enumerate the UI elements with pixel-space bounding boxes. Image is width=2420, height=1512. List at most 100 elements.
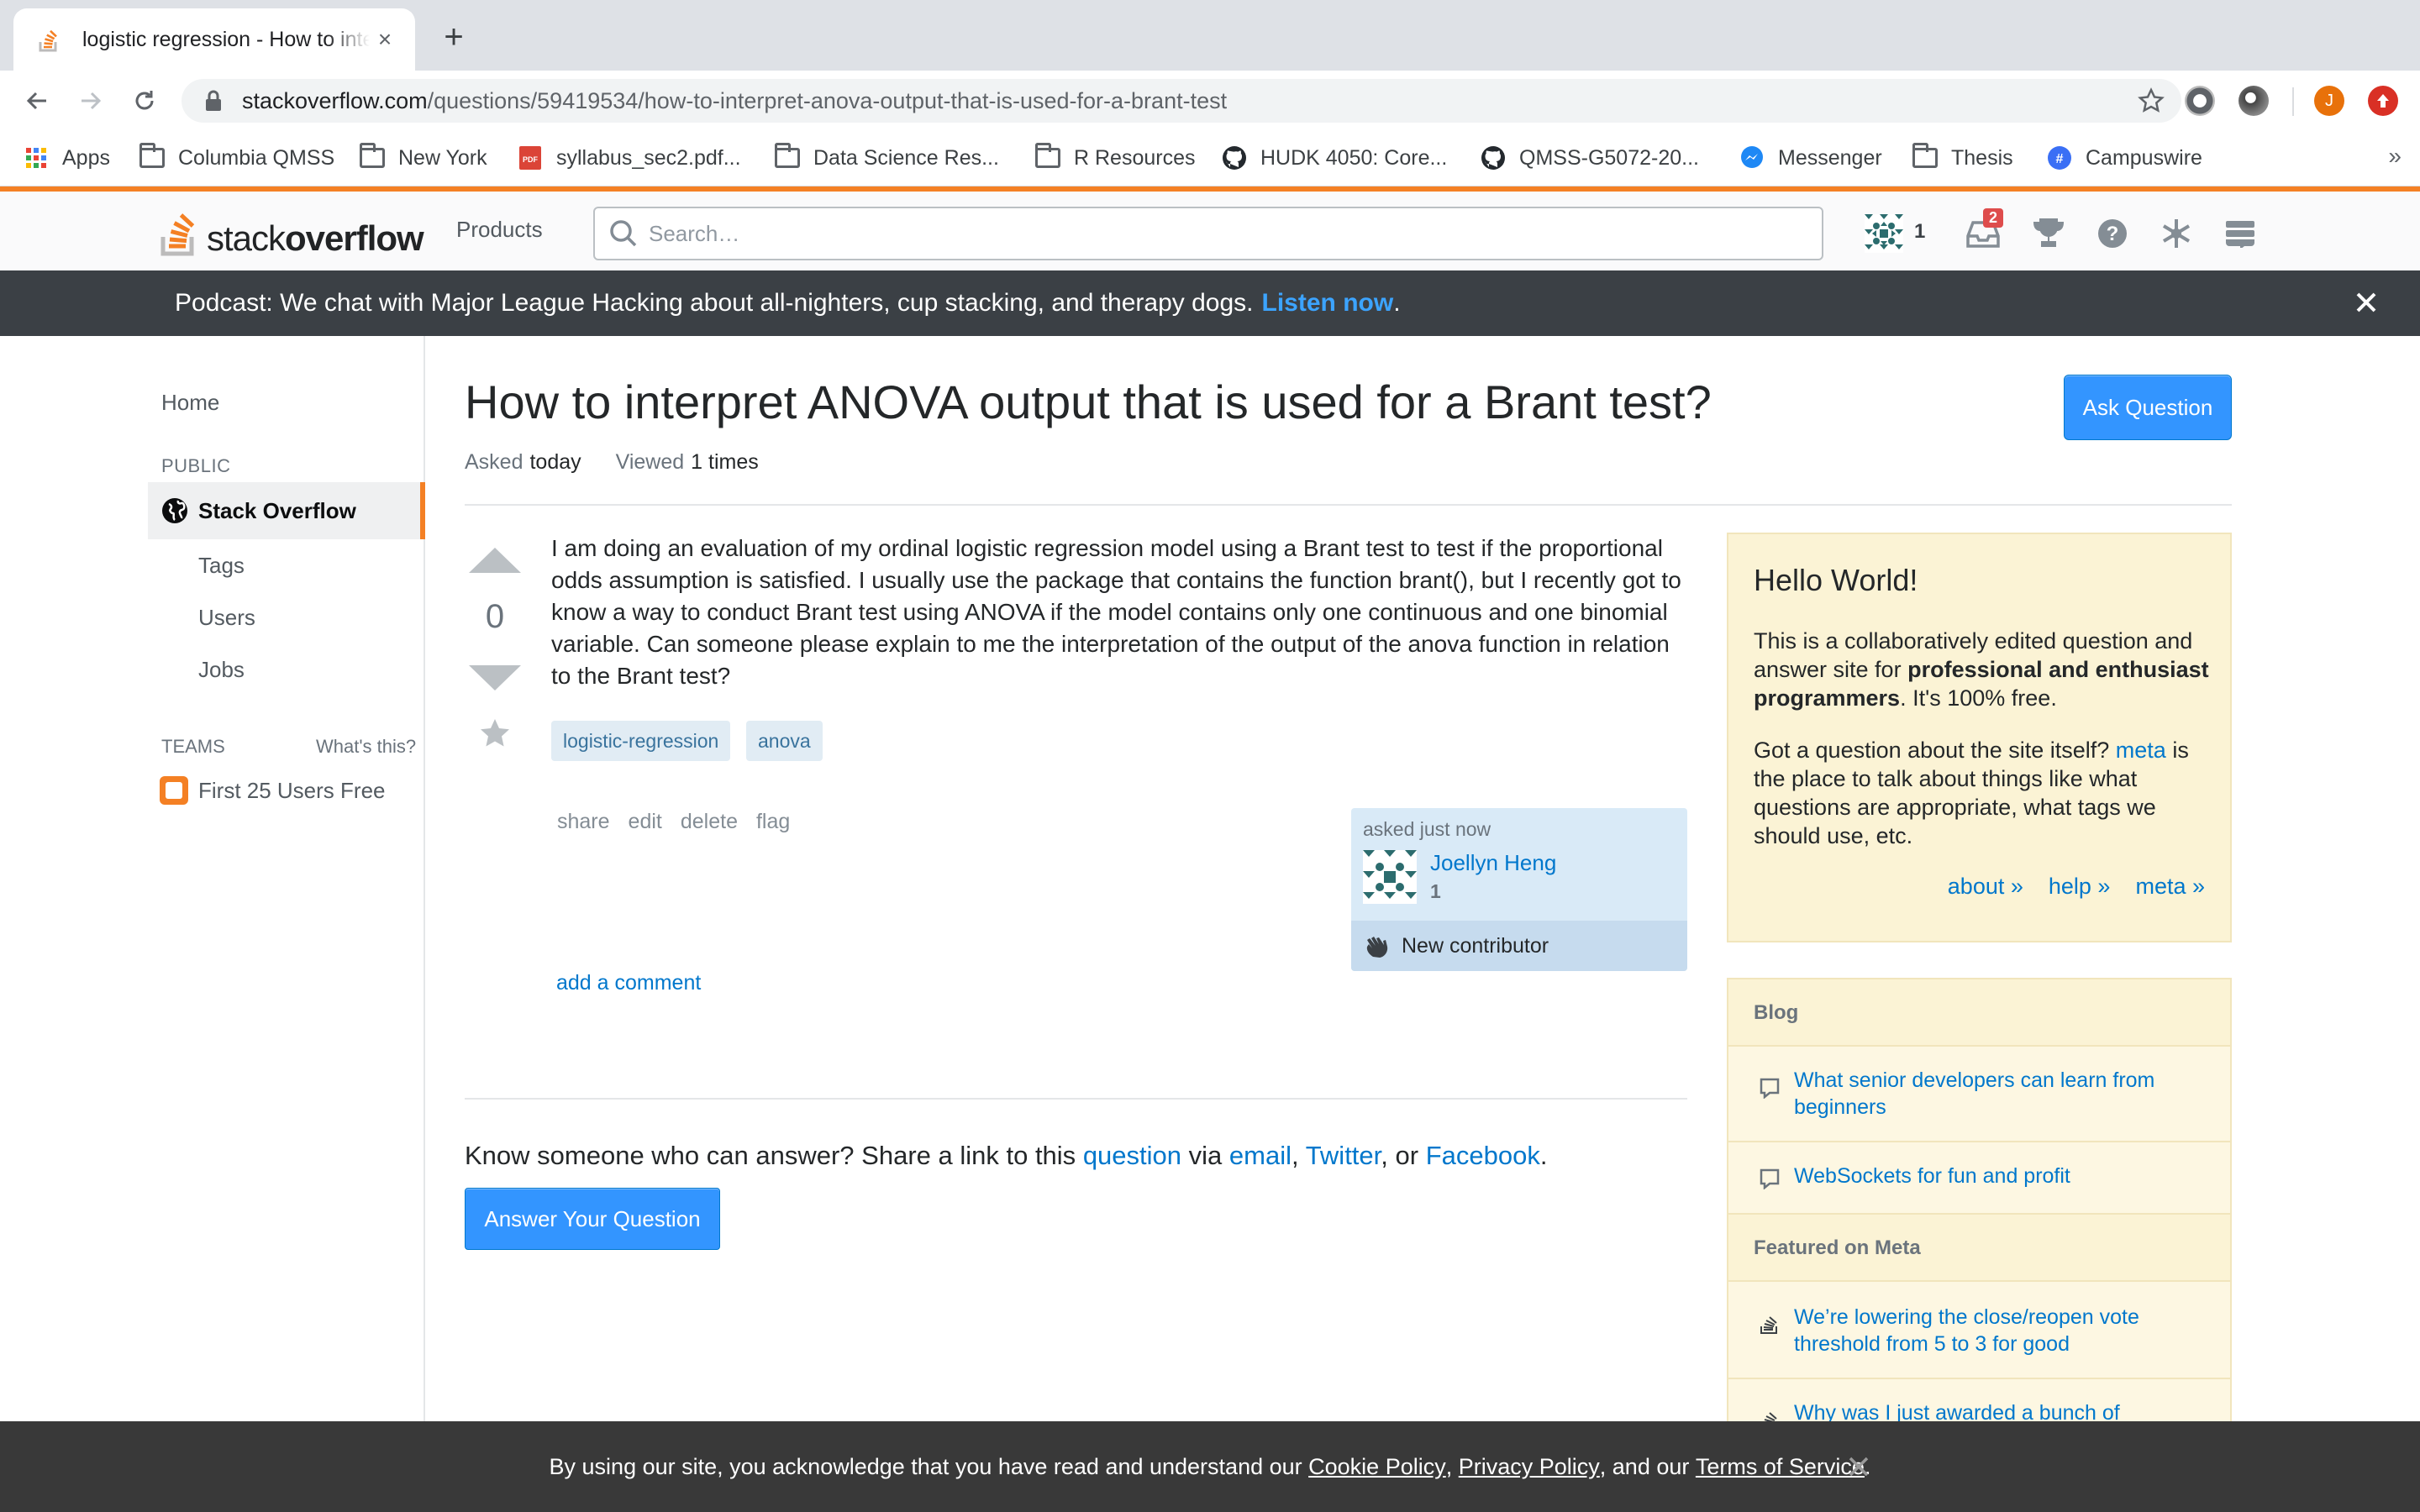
- site-switcher-menu-icon[interactable]: [2220, 213, 2260, 254]
- bookmark-thesis[interactable]: Thesis: [1912, 143, 2013, 173]
- url-text: stackoverflow.com/questions/59419534/how…: [242, 87, 1228, 113]
- bookmark-syllabus-pdf[interactable]: PDF syllabus_sec2.pdf...: [518, 143, 741, 173]
- nav-home[interactable]: Home: [161, 390, 219, 416]
- hello-title: Hello World!: [1754, 563, 1918, 597]
- add-comment-link[interactable]: add a comment: [556, 971, 701, 995]
- terms-of-service-link[interactable]: Terms of Service: [1696, 1454, 1865, 1480]
- campuswire-icon: #: [2047, 145, 2072, 171]
- hello-meta-link[interactable]: meta: [2116, 738, 2166, 763]
- close-icon[interactable]: [1842, 1450, 1876, 1483]
- blog-item[interactable]: What senior developers can learn from be…: [1728, 1047, 2230, 1142]
- bookmark-columbia-qmss[interactable]: Columbia QMSS: [139, 143, 334, 173]
- bookmarks-bar: Apps Columbia QMSS New York PDF syllabus…: [0, 131, 2420, 186]
- profile-avatar[interactable]: J: [2314, 86, 2344, 116]
- search-icon: [610, 220, 637, 247]
- viewed-value: 1 times: [691, 450, 759, 474]
- back-arrow-icon[interactable]: [18, 82, 55, 119]
- share-email-link[interactable]: email: [1229, 1141, 1292, 1170]
- tag-anova[interactable]: anova: [746, 721, 823, 761]
- bookmark-label: QMSS-G5072-20...: [1519, 145, 1699, 170]
- hello-links: about » help » meta »: [1948, 874, 2205, 900]
- stackoverflow-logo[interactable]: stackoverflow: [160, 207, 424, 257]
- bookmark-data-science[interactable]: Data Science Res...: [775, 143, 999, 173]
- delete-link[interactable]: delete: [681, 810, 738, 834]
- browser-tab[interactable]: logistic regression - How to interpret A…: [13, 8, 415, 71]
- new-contributor-badge[interactable]: New contributor: [1351, 921, 1687, 971]
- bookmark-hudk[interactable]: HUDK 4050: Core...: [1222, 143, 1447, 173]
- banner-period: .: [1393, 289, 1401, 317]
- bookmark-qmss-g5072[interactable]: QMSS-G5072-20...: [1481, 143, 1699, 173]
- upvote-arrow-icon[interactable]: [467, 546, 523, 575]
- so-search-box[interactable]: [593, 207, 1823, 260]
- share-facebook-link[interactable]: Facebook: [1426, 1141, 1540, 1170]
- bookmark-label: HUDK 4050: Core...: [1260, 145, 1448, 170]
- reputation-count: 1: [1914, 220, 1926, 243]
- privacy-policy-link[interactable]: Privacy Policy: [1459, 1454, 1600, 1480]
- extension-icon[interactable]: [2238, 86, 2269, 116]
- share-prefix: Know someone who can answer? Share a lin…: [465, 1141, 1076, 1170]
- blog-comment-icon: [1760, 1078, 1780, 1099]
- share-link[interactable]: share: [557, 810, 610, 834]
- nav-first-25-users-free[interactable]: First 25 Users Free: [160, 776, 386, 805]
- cookie-policy-link[interactable]: Cookie Policy: [1308, 1454, 1446, 1480]
- asked-value: today: [529, 450, 581, 474]
- bookmark-r-resources[interactable]: R Resources: [1035, 143, 1196, 173]
- forward-arrow-icon[interactable]: [72, 82, 109, 119]
- user-avatar[interactable]: [1363, 850, 1417, 904]
- tag-logistic-regression[interactable]: logistic-regression: [551, 721, 731, 761]
- nav-jobs[interactable]: Jobs: [198, 657, 245, 683]
- bookmark-label: New York: [398, 145, 487, 170]
- folder-icon: [1035, 143, 1060, 171]
- user-avatar-identicon[interactable]: [1864, 213, 1904, 254]
- meta-link[interactable]: meta »: [2135, 874, 2205, 900]
- help-link[interactable]: help »: [2049, 874, 2111, 900]
- nav-first-25-label: First 25 Users Free: [198, 777, 386, 803]
- edit-link[interactable]: edit: [629, 810, 662, 834]
- address-bar[interactable]: stackoverflow.com/questions/59419534/how…: [182, 79, 2181, 123]
- meta-item[interactable]: We’re lowering the close/reopen vote thr…: [1728, 1284, 2230, 1379]
- folder-icon: [139, 143, 165, 171]
- bookmark-new-york[interactable]: New York: [360, 143, 487, 173]
- nav-stack-overflow[interactable]: Stack Overflow: [148, 482, 425, 539]
- bookmark-label: Data Science Res...: [813, 145, 999, 170]
- waving-hand-icon: [1366, 937, 1388, 958]
- blog-comment-icon: [1760, 1168, 1780, 1189]
- products-menu[interactable]: Products: [456, 217, 543, 243]
- question-title[interactable]: How to interpret ANOVA output that is us…: [465, 375, 1712, 429]
- close-icon[interactable]: [2349, 286, 2383, 319]
- downvote-arrow-icon[interactable]: [467, 664, 523, 692]
- reload-icon[interactable]: [126, 82, 163, 119]
- update-arrow-icon[interactable]: [2368, 86, 2398, 116]
- bookmark-apps[interactable]: Apps: [24, 143, 110, 173]
- banner-listen-link[interactable]: Listen now: [1262, 289, 1394, 318]
- svg-text:?: ?: [2107, 223, 2119, 245]
- new-tab-icon[interactable]: +: [437, 20, 471, 55]
- extension-sync-icon[interactable]: [2185, 86, 2215, 116]
- share-twitter-link[interactable]: Twitter: [1306, 1141, 1381, 1170]
- bookmarks-overflow-chevron[interactable]: »: [2388, 143, 2402, 170]
- blog-item[interactable]: WebSockets for fun and profit: [1728, 1142, 2230, 1215]
- search-input[interactable]: [649, 220, 1822, 247]
- nav-tags[interactable]: Tags: [198, 553, 245, 579]
- help-question-icon[interactable]: ?: [2092, 213, 2133, 254]
- tab-close-icon[interactable]: ×: [370, 24, 400, 55]
- lock-icon[interactable]: [202, 89, 225, 113]
- bookmark-messenger[interactable]: Messenger: [1739, 143, 1882, 173]
- flag-link[interactable]: flag: [756, 810, 790, 834]
- user-name-link[interactable]: Joellyn Heng: [1430, 850, 1556, 876]
- answer-your-question-button[interactable]: Answer Your Question: [465, 1188, 720, 1250]
- nav-users[interactable]: Users: [198, 605, 255, 631]
- achievements-trophy-icon[interactable]: [2028, 213, 2069, 254]
- favorite-star-icon[interactable]: [479, 717, 511, 749]
- stack-exchange-snowflake-icon[interactable]: [2156, 213, 2196, 254]
- blog-item-link[interactable]: What senior developers can learn from be…: [1794, 1067, 2214, 1121]
- meta-item-link[interactable]: We’re lowering the close/reopen vote thr…: [1794, 1304, 2214, 1357]
- cookie-and-our: , and our: [1599, 1453, 1690, 1479]
- blog-item-link[interactable]: WebSockets for fun and profit: [1794, 1163, 2214, 1189]
- ask-question-button[interactable]: Ask Question: [2064, 375, 2232, 440]
- about-link[interactable]: about »: [1948, 874, 2023, 900]
- teams-whats-this-link[interactable]: What's this?: [316, 736, 416, 758]
- share-question-link[interactable]: question: [1083, 1141, 1181, 1170]
- bookmark-star-icon[interactable]: [2138, 87, 2165, 114]
- bookmark-campuswire[interactable]: # Campuswire: [2047, 143, 2202, 173]
